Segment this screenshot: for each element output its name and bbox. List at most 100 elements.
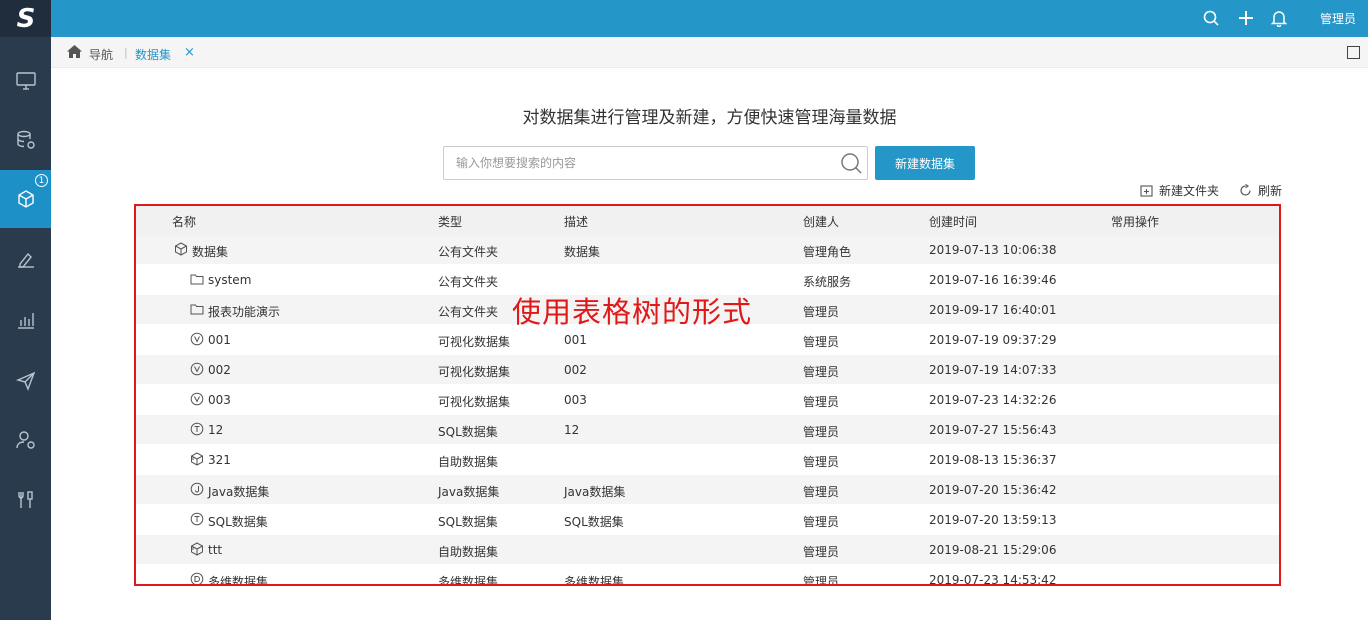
logo-mark: S (16, 3, 36, 34)
table-row[interactable]: 数据集 公有文件夹 数据集 管理角色 2019-07-13 10:06:38 (136, 235, 1279, 265)
cell-creator: 管理员 (803, 575, 840, 586)
cell-name[interactable]: Java数据集 (208, 483, 269, 500)
cell-name[interactable]: system (208, 273, 251, 287)
cell-description: 003 (564, 393, 587, 407)
maximize-icon[interactable] (1347, 46, 1360, 59)
cell-description: SQL数据集 (564, 515, 624, 529)
cell-name[interactable]: 002 (208, 363, 231, 377)
refresh-icon (1240, 184, 1251, 196)
cell-type: SQL数据集 (438, 425, 498, 439)
cell-type: 公有文件夹 (438, 305, 499, 319)
tools-icon (17, 491, 33, 508)
cell-description: 数据集 (564, 245, 601, 259)
java-dataset-icon (190, 482, 204, 496)
table-row[interactable]: 12 SQL数据集 12 管理员 2019-07-27 15:56:43 (136, 415, 1279, 445)
cell-description: 002 (564, 363, 587, 377)
column-header-type: 类型 (438, 215, 463, 229)
search-icon[interactable] (1202, 9, 1220, 27)
tab-close-icon[interactable]: × (184, 45, 195, 60)
cell-type: Java数据集 (438, 485, 500, 499)
cell-creator: 管理员 (803, 425, 840, 439)
visual-dataset-icon (190, 332, 204, 346)
current-user-menu[interactable]: 管理员 (1320, 10, 1356, 27)
cell-creator: 系统服务 (803, 275, 852, 289)
sidebar-item-dataset[interactable]: 1 (0, 170, 51, 228)
cell-type: 多维数据集 (438, 575, 499, 586)
new-dataset-button[interactable]: 新建数据集 (875, 146, 975, 180)
tab-dataset[interactable]: 数据集 (135, 46, 171, 63)
cell-description: 001 (564, 333, 587, 347)
sidebar: S 1 (0, 0, 51, 620)
refresh-button[interactable]: 刷新 (1239, 182, 1282, 199)
table-row[interactable]: ttt 自助数据集 管理员 2019-08-21 15:29:06 (136, 535, 1279, 565)
sidebar-item-users[interactable] (0, 411, 51, 469)
cell-type: 可视化数据集 (438, 365, 511, 379)
table-row[interactable]: 多维数据集 多维数据集 多维数据集 管理员 2019-07-23 14:53:42 (136, 565, 1279, 586)
sidebar-item-report[interactable] (0, 231, 51, 289)
cell-name[interactable]: 321 (208, 453, 231, 467)
folder-icon (190, 304, 204, 315)
search-bar (443, 146, 868, 180)
tab-navigation[interactable]: 导航 (89, 46, 113, 63)
cell-created-time: 2019-07-19 14:07:33 (929, 363, 1057, 377)
cell-type: 自助数据集 (438, 455, 499, 469)
search-input[interactable] (456, 147, 826, 179)
new-folder-button[interactable]: 新建文件夹 (1140, 182, 1219, 199)
cell-type: 公有文件夹 (438, 275, 499, 289)
cell-created-time: 2019-07-19 09:37:29 (929, 333, 1057, 347)
cell-created-time: 2019-08-13 15:36:37 (929, 453, 1057, 467)
cell-creator: 管理员 (803, 485, 840, 499)
visual-dataset-icon (190, 392, 204, 406)
cell-description: 多维数据集 (564, 575, 625, 586)
sidebar-item-analysis[interactable] (0, 291, 51, 349)
table-row[interactable]: Java数据集 Java数据集 Java数据集 管理员 2019-07-20 15:36… (136, 475, 1279, 505)
cell-creator: 管理角色 (803, 245, 852, 259)
column-header-name: 名称 (172, 215, 197, 229)
cell-name[interactable]: SQL数据集 (208, 513, 268, 530)
bar-chart-icon (17, 313, 34, 329)
table-row[interactable]: 321 自助数据集 管理员 2019-08-13 15:36:37 (136, 445, 1279, 475)
cell-creator: 管理员 (803, 455, 840, 469)
page-subtitle: 对数据集进行管理及新建，方便快速管理海量数据 (522, 108, 897, 128)
cell-description: 12 (564, 423, 580, 437)
table-row[interactable]: SQL数据集 SQL数据集 SQL数据集 管理员 2019-07-20 13:59:13 (136, 505, 1279, 535)
sql-dataset-icon (190, 422, 204, 436)
cell-name[interactable]: 12 (208, 423, 223, 437)
column-header-description: 描述 (564, 215, 589, 229)
table-row[interactable]: 003 可视化数据集 003 管理员 2019-07-23 14:32:26 (136, 385, 1279, 415)
table-row[interactable]: 002 可视化数据集 002 管理员 2019-07-19 14:07:33 (136, 355, 1279, 385)
user-gear-icon (15, 431, 35, 449)
multidim-dataset-icon (190, 572, 204, 584)
cell-creator: 管理员 (803, 335, 840, 349)
sql-dataset-icon (190, 512, 204, 526)
cell-creator: 管理员 (803, 515, 840, 529)
cell-name[interactable]: 数据集 (192, 243, 228, 260)
cell-creator: 管理员 (803, 395, 840, 409)
sidebar-item-dashboard[interactable] (0, 52, 51, 110)
plus-icon[interactable] (1237, 9, 1255, 27)
new-folder-icon (1140, 185, 1153, 197)
sidebar-item-tools[interactable] (0, 471, 51, 529)
cell-type: 公有文件夹 (438, 245, 499, 259)
cell-name[interactable]: 001 (208, 333, 231, 347)
cell-created-time: 2019-07-13 10:06:38 (929, 243, 1057, 257)
cell-name[interactable]: 003 (208, 393, 231, 407)
cell-name[interactable]: 多维数据集 (208, 573, 268, 584)
sidebar-item-datasource[interactable] (0, 111, 51, 169)
cell-name[interactable]: ttt (208, 543, 222, 557)
cell-type: 自助数据集 (438, 545, 499, 559)
cell-created-time: 2019-07-23 14:53:42 (929, 573, 1057, 586)
sidebar-item-publish[interactable] (0, 351, 51, 409)
bell-icon[interactable] (1270, 9, 1288, 27)
cell-created-time: 2019-07-20 13:59:13 (929, 513, 1057, 527)
cell-name[interactable]: 报表功能演示 (208, 303, 280, 320)
folder-icon (190, 274, 204, 285)
top-header: 管理员 (51, 0, 1368, 37)
column-header-actions: 常用操作 (1111, 215, 1160, 229)
home-icon[interactable] (67, 45, 82, 58)
search-icon[interactable] (839, 151, 863, 175)
column-header-creator: 创建人 (803, 215, 840, 229)
dataset-count-badge: 1 (35, 174, 48, 187)
app-logo[interactable]: S (0, 0, 51, 37)
self-service-dataset-icon (191, 542, 203, 556)
